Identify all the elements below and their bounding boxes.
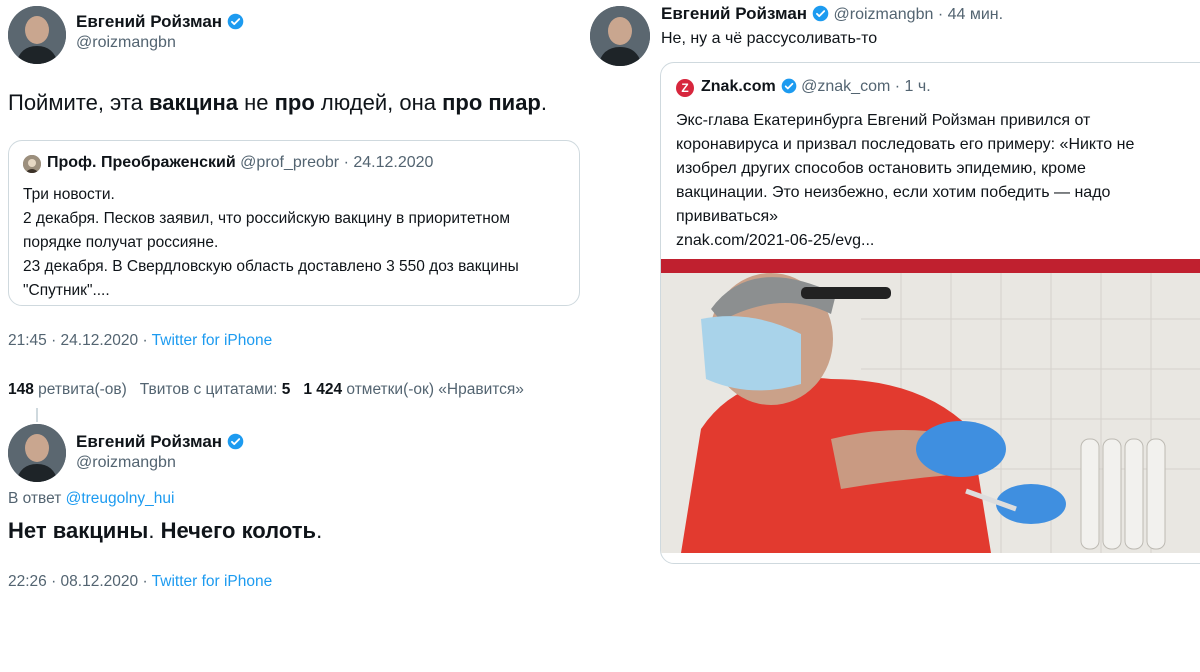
- verified-badge-icon: [781, 78, 797, 99]
- thread-line: [36, 408, 38, 422]
- news-photo[interactable]: [661, 259, 1200, 553]
- quote-header: Проф. Преображенский @prof_preobr · 24.1…: [47, 154, 434, 171]
- quote-url[interactable]: znak.com/2021-06-25/evg...: [676, 229, 1134, 253]
- tweet-text: Поймите, эта вакцина не про людей, она п…: [8, 90, 547, 115]
- verified-badge-icon: [812, 5, 829, 27]
- quote-text: Экс-глава Екатеринбурга Евгений Ройзман …: [676, 109, 1134, 253]
- source-link[interactable]: Twitter for iPhone: [152, 332, 273, 349]
- quote-text: Три новости. 2 декабря. Песков заявил, ч…: [23, 186, 519, 299]
- verified-badge-icon: [227, 433, 244, 455]
- reply-to: В ответ @treugolny_hui: [8, 490, 175, 507]
- avatar[interactable]: [8, 424, 66, 482]
- reply-mention-link[interactable]: @treugolny_hui: [66, 490, 175, 507]
- tweet-timestamp: 22:26 · 08.12.2020 · Twitter for iPhone: [8, 573, 273, 590]
- tweet-header: Евгений Ройзман @roizmangbn · 44 мин.: [661, 4, 1003, 27]
- tweet-stats: 148 ретвита(-ов) Твитов с цитатами: 5 1 …: [8, 381, 524, 398]
- quote-header: Znak.com @znak_com · 1 ч.: [701, 78, 931, 99]
- quote-avatar: [23, 155, 41, 173]
- znak-logo-icon: Z: [676, 79, 694, 97]
- author-name[interactable]: Евгений Ройзман: [76, 12, 244, 35]
- avatar[interactable]: [8, 6, 66, 64]
- author-name[interactable]: Евгений Ройзман: [661, 4, 807, 23]
- tweet-text: Не, ну а чё рассусоливать-то: [661, 30, 878, 47]
- verified-badge-icon: [227, 13, 244, 35]
- source-link[interactable]: Twitter for iPhone: [152, 573, 273, 590]
- author-handle[interactable]: @roizmangbn · 44 мин.: [834, 6, 1004, 23]
- quoted-tweet[interactable]: Z Znak.com @znak_com · 1 ч. Экс-глава Ек…: [660, 62, 1200, 564]
- tweet-text: Нет вакцины. Нечего колоть.: [8, 518, 323, 543]
- author-handle[interactable]: @roizmangbn: [76, 454, 176, 472]
- author-name[interactable]: Евгений Ройзман: [76, 432, 244, 455]
- author-handle[interactable]: @roizmangbn: [76, 34, 176, 52]
- tweet-timestamp: 21:45 · 24.12.2020 · Twitter for iPhone: [8, 332, 273, 349]
- avatar[interactable]: [590, 6, 650, 66]
- quoted-tweet[interactable]: Проф. Преображенский @prof_preobr · 24.1…: [8, 140, 580, 306]
